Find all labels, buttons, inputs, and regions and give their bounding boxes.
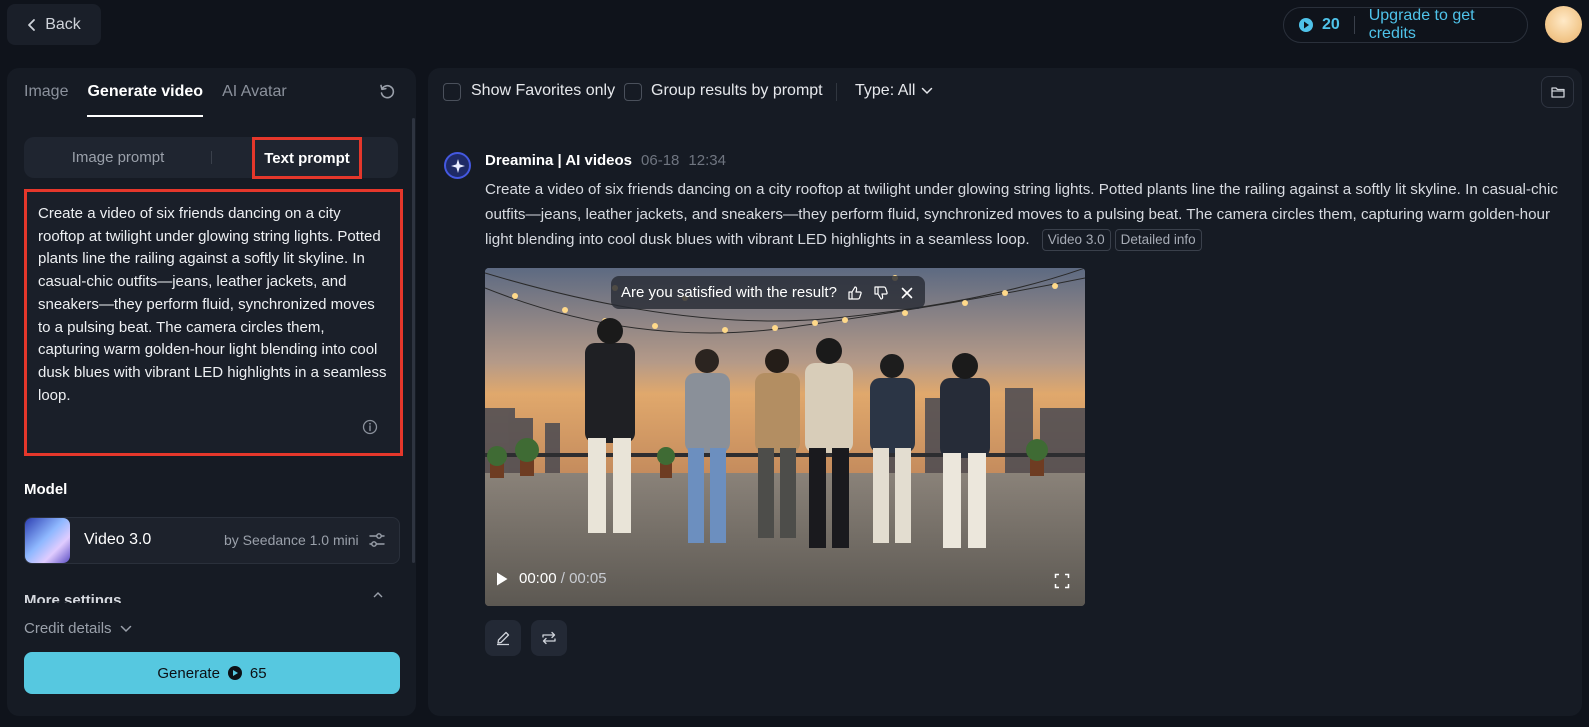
left-scrollbar[interactable] <box>412 118 415 563</box>
video-time: 00:00 / 00:05 <box>519 570 607 587</box>
credit-details-toggle[interactable]: Credit details <box>24 620 132 637</box>
fullscreen-icon[interactable] <box>1054 573 1070 589</box>
chevron-down-icon <box>921 87 933 95</box>
video-player[interactable] <box>485 268 1085 606</box>
post-prompt-text: Create a video of six friends dancing on… <box>485 181 1558 248</box>
credits-count: 20 <box>1322 16 1340 33</box>
group-label[interactable]: Group results by prompt <box>651 82 823 100</box>
repeat-icon <box>541 630 557 646</box>
model-name: Video 3.0 <box>84 531 152 548</box>
tab-ai-avatar[interactable]: AI Avatar <box>222 83 287 117</box>
credit-details-label: Credit details <box>24 620 112 637</box>
chevron-up-icon[interactable] <box>373 592 383 598</box>
sliders-icon[interactable] <box>368 531 386 549</box>
model-tag[interactable]: Video 3.0 <box>1041 229 1111 251</box>
post-time: 12:34 <box>688 152 726 169</box>
info-icon[interactable] <box>362 419 378 435</box>
type-filter-dropdown[interactable]: Type: All <box>855 82 933 100</box>
type-filter-label: Type: All <box>855 82 916 99</box>
video-frame <box>485 268 1085 606</box>
credits-divider <box>1353 16 1355 34</box>
refresh-icon[interactable] <box>378 83 396 101</box>
generate-label: Generate <box>157 664 220 682</box>
model-provider: by Seedance 1.0 mini <box>224 532 359 548</box>
prompt-box <box>24 189 403 456</box>
favorites-checkbox[interactable] <box>443 83 461 101</box>
generate-cost: 65 <box>249 664 267 682</box>
time-total: 00:05 <box>569 570 607 587</box>
post-prompt: Create a video of six friends dancing on… <box>485 177 1560 252</box>
mode-tabs: Image Generate video AI Avatar <box>24 83 287 117</box>
filter-divider <box>836 83 837 101</box>
model-thumbnail <box>25 518 70 563</box>
close-icon[interactable] <box>899 285 915 301</box>
folder-button[interactable] <box>1541 76 1574 108</box>
regenerate-button[interactable] <box>531 620 567 656</box>
credits-pill[interactable]: 20 Upgrade to get credits <box>1283 7 1528 43</box>
time-separator: / <box>556 570 570 587</box>
chevron-left-icon <box>27 18 37 32</box>
favorites-label[interactable]: Show Favorites only <box>471 82 615 100</box>
folder-icon <box>1550 86 1565 98</box>
thumbs-down-icon[interactable] <box>873 285 889 301</box>
feedback-question: Are you satisfied with the result? <box>621 284 837 301</box>
more-settings-label: More settings <box>24 592 122 603</box>
back-label: Back <box>45 15 81 33</box>
time-current: 00:00 <box>519 570 557 587</box>
group-checkbox[interactable] <box>624 83 642 101</box>
player-controls: 00:00 / 00:05 <box>495 570 607 587</box>
prompt-textarea[interactable] <box>38 203 389 418</box>
more-settings-header[interactable]: More settings <box>24 591 384 603</box>
edit-button[interactable] <box>485 620 521 656</box>
generate-button[interactable]: Generate 65 <box>24 652 400 694</box>
dreamina-logo <box>444 152 471 179</box>
post-header: Dreamina | AI videos 06-18 12:34 <box>485 152 726 169</box>
feedback-bar: Are you satisfied with the result? <box>611 276 925 309</box>
toggle-divider <box>211 151 212 164</box>
tab-image[interactable]: Image <box>24 83 68 117</box>
text-prompt-button[interactable]: Text prompt <box>252 137 362 179</box>
credit-coin-icon <box>1298 17 1314 33</box>
chevron-down-icon <box>120 625 132 633</box>
post-author: Dreamina | AI videos <box>485 152 633 169</box>
tab-generate-video[interactable]: Generate video <box>87 83 204 117</box>
upgrade-link[interactable]: Upgrade to get credits <box>1369 7 1513 43</box>
image-prompt-button[interactable]: Image prompt <box>24 137 212 178</box>
post-date: 06-18 <box>641 152 680 169</box>
detailed-info-tag[interactable]: Detailed info <box>1114 229 1202 251</box>
credit-coin-icon <box>227 666 242 680</box>
user-avatar[interactable] <box>1545 6 1582 43</box>
play-icon[interactable] <box>495 571 509 587</box>
back-button[interactable]: Back <box>7 4 101 45</box>
pencil-icon <box>495 630 511 646</box>
model-section-label: Model <box>24 481 68 498</box>
thumbs-up-icon[interactable] <box>847 285 863 301</box>
